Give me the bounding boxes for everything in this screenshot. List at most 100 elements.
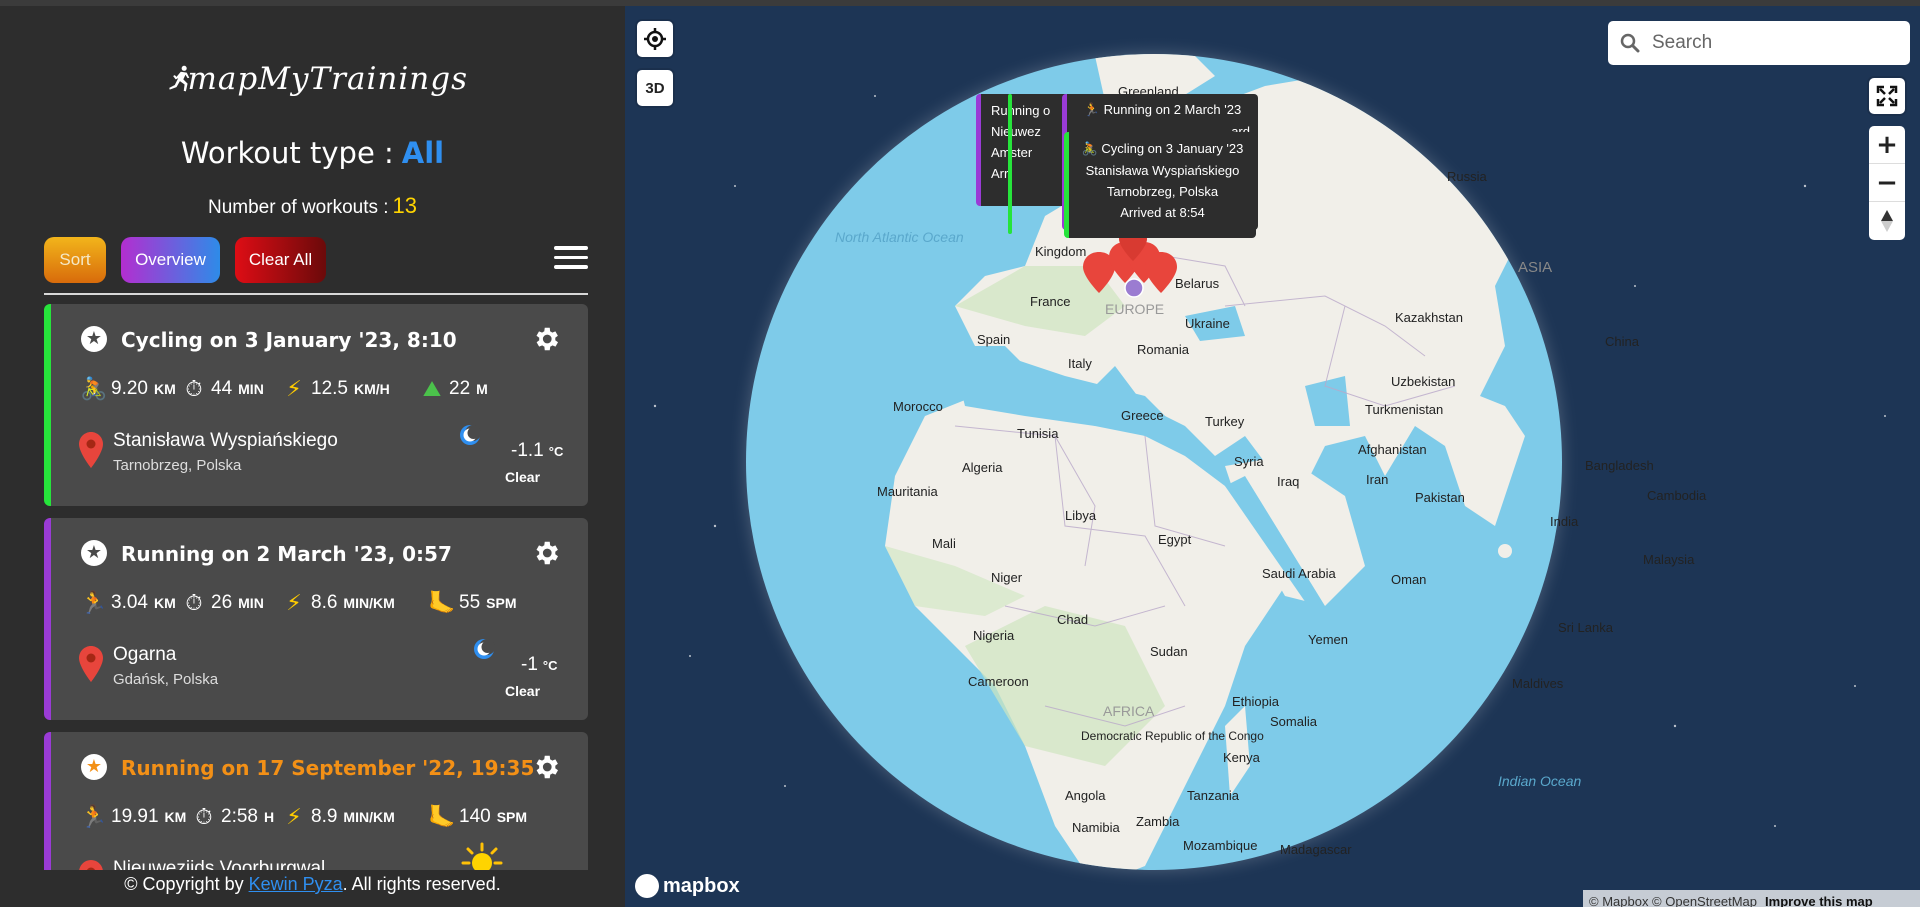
app-logo-text: mapMyTrainings xyxy=(187,61,468,97)
gear-icon[interactable] xyxy=(531,538,561,568)
stat-unit: SPM xyxy=(496,809,528,825)
zoom-out-button[interactable]: − xyxy=(1869,164,1905,202)
marker-popup[interactable]: 🚴 Cycling on 3 January '23 Stanisława Wy… xyxy=(1064,132,1256,238)
stat-unit: MIN/KM xyxy=(343,595,395,611)
map-label: Mozambique xyxy=(1183,838,1257,853)
workout-card[interactable]: ★ Running on 17 September '22, 19:35 🏃 1… xyxy=(44,732,588,870)
workout-card[interactable]: ★ Running on 2 March '23, 0:57 🏃 3.04 KM … xyxy=(44,518,588,720)
overview-button[interactable]: Overview xyxy=(121,237,220,283)
workout-card[interactable]: ★ Cycling on 3 January '23, 8:10 🚴 9.20 K… xyxy=(44,304,588,506)
compass-button[interactable] xyxy=(1869,202,1905,240)
map-label: China xyxy=(1605,334,1640,349)
clear-all-button[interactable]: Clear All xyxy=(235,237,326,283)
stat-unit: H xyxy=(263,809,275,825)
map-label: Cameroon xyxy=(968,674,1029,689)
improve-map-link[interactable]: Improve this map xyxy=(1765,894,1873,907)
stat-value: 44 xyxy=(211,378,233,399)
map-label: Tunisia xyxy=(1017,426,1059,441)
popup-title-text: Cycling on 3 January '23 xyxy=(1101,141,1244,156)
workout-count-label: Number of workouts : xyxy=(207,197,389,218)
distance-stat: 🚴 9.20 KM xyxy=(80,374,175,404)
stat-value: 2:58 xyxy=(221,806,258,827)
stat-unit: MIN xyxy=(238,381,264,397)
cadence-stat: 🦶 140 SPM xyxy=(428,802,528,832)
3d-toggle-button[interactable]: 3D xyxy=(637,70,673,106)
app-logo: mapMyTrainings xyxy=(168,44,468,114)
duration-stat: ⏱ 44 MIN xyxy=(181,374,264,404)
stat-unit: KM xyxy=(153,595,176,611)
search-input[interactable] xyxy=(1652,32,1892,54)
fullscreen-button[interactable] xyxy=(1869,78,1905,114)
map-label: Kazakhstan xyxy=(1395,310,1463,325)
map-label: France xyxy=(1030,294,1070,309)
attribution-text[interactable]: © Mapbox © OpenStreetMap xyxy=(1589,894,1757,907)
map-label: Namibia xyxy=(1072,820,1120,835)
current-location-icon xyxy=(1124,278,1144,298)
map-search[interactable] xyxy=(1608,21,1910,65)
stat-value: 8.9 xyxy=(311,806,338,827)
stopwatch-icon: ⏱ xyxy=(185,376,203,402)
temperature: -1.1 °C xyxy=(511,440,563,462)
speed-stat: ⚡ 12.5 KM/H xyxy=(281,374,390,404)
map-label: Kingdom xyxy=(1035,244,1086,259)
map-label: Iraq xyxy=(1277,474,1299,489)
stat-unit: KM xyxy=(164,809,187,825)
stat-value: 140 xyxy=(459,806,491,827)
map-label: Sri Lanka xyxy=(1558,620,1614,635)
hamburger-menu-icon[interactable] xyxy=(554,246,588,272)
gear-icon[interactable] xyxy=(531,324,561,354)
workout-type-heading: Workout type : All xyxy=(0,136,625,170)
locate-button[interactable] xyxy=(637,21,673,57)
map-label: Morocco xyxy=(893,399,943,414)
copyright-footer: © Copyright by Kewin Pyza. All rights re… xyxy=(0,874,625,895)
sort-button[interactable]: Sort xyxy=(44,237,106,283)
copyright-suffix: . All rights reserved. xyxy=(342,874,501,894)
popup-title-text: Running on 2 March '23 xyxy=(1103,102,1242,117)
map-label: North Atlantic Ocean xyxy=(835,229,964,245)
map-label: Russia xyxy=(1447,169,1488,184)
mapbox-logo[interactable]: mapbox xyxy=(635,874,740,898)
map-label: Cambodia xyxy=(1647,488,1707,503)
search-icon xyxy=(1620,33,1640,53)
moon-icon xyxy=(474,639,495,659)
workout-type-value[interactable]: All xyxy=(402,136,444,170)
sun-icon xyxy=(461,842,503,870)
stat-value: 19.91 xyxy=(111,806,159,827)
workout-stats: 🚴 9.20 KM ⏱ 44 MIN ⚡ 12.5 KM/H ⛰ 22 M xyxy=(80,374,581,404)
stopwatch-icon: ⏱ xyxy=(185,590,203,616)
map-label: Uzbekistan xyxy=(1391,374,1455,389)
map-view[interactable]: Greenland North Atlantic Ocean Kingdom F… xyxy=(625,0,1920,907)
workout-stats: 🏃 19.91 KM ⏱ 2:58 H ⚡ 8.9 MIN/KM 🦶 140 SPM xyxy=(80,802,581,832)
moon-icon xyxy=(460,425,481,445)
map-label: Maldives xyxy=(1512,676,1564,691)
author-link[interactable]: Kewin Pyza xyxy=(249,874,343,894)
mapbox-logo-text: mapbox xyxy=(663,874,740,897)
distance-stat: 🏃 3.04 KM xyxy=(80,588,176,618)
zoom-in-button[interactable]: + xyxy=(1869,126,1905,164)
popup-city: Tarnobrzeg, Polska xyxy=(1106,184,1219,199)
marker-popup[interactable]: Running o Nieuwez Amster Arri xyxy=(976,94,1076,206)
star-icon[interactable]: ★ xyxy=(81,326,107,352)
zoom-controls: + − xyxy=(1869,126,1905,240)
stat-value: 9.20 xyxy=(111,378,148,399)
map-label: Ethiopia xyxy=(1232,694,1280,709)
workout-list[interactable]: ★ Cycling on 3 January '23, 8:10 🚴 9.20 K… xyxy=(44,304,588,870)
map-label: Sudan xyxy=(1150,644,1188,659)
map-label: Pakistan xyxy=(1415,490,1465,505)
star-icon[interactable]: ★ xyxy=(81,540,107,566)
map-label: Spain xyxy=(977,332,1010,347)
map-label: Nigeria xyxy=(973,628,1015,643)
globe-map[interactable]: Greenland North Atlantic Ocean Kingdom F… xyxy=(625,6,1920,907)
map-label: Libya xyxy=(1065,508,1097,523)
gear-icon[interactable] xyxy=(531,752,561,782)
star-icon[interactable]: ★ xyxy=(81,754,107,780)
workout-city: Tarnobrzeg, Polska xyxy=(113,457,242,474)
stat-unit: SPM xyxy=(486,595,517,611)
map-label: Niger xyxy=(991,570,1023,585)
bicycle-icon: 🚴 xyxy=(80,376,108,402)
map-label: EUROPE xyxy=(1105,301,1164,317)
temperature-unit: °C xyxy=(542,658,558,673)
stat-unit: MIN/KM xyxy=(343,809,395,825)
map-label: Saudi Arabia xyxy=(1262,566,1336,581)
popup-arrival: Arrived at 8:54 xyxy=(1120,205,1205,220)
